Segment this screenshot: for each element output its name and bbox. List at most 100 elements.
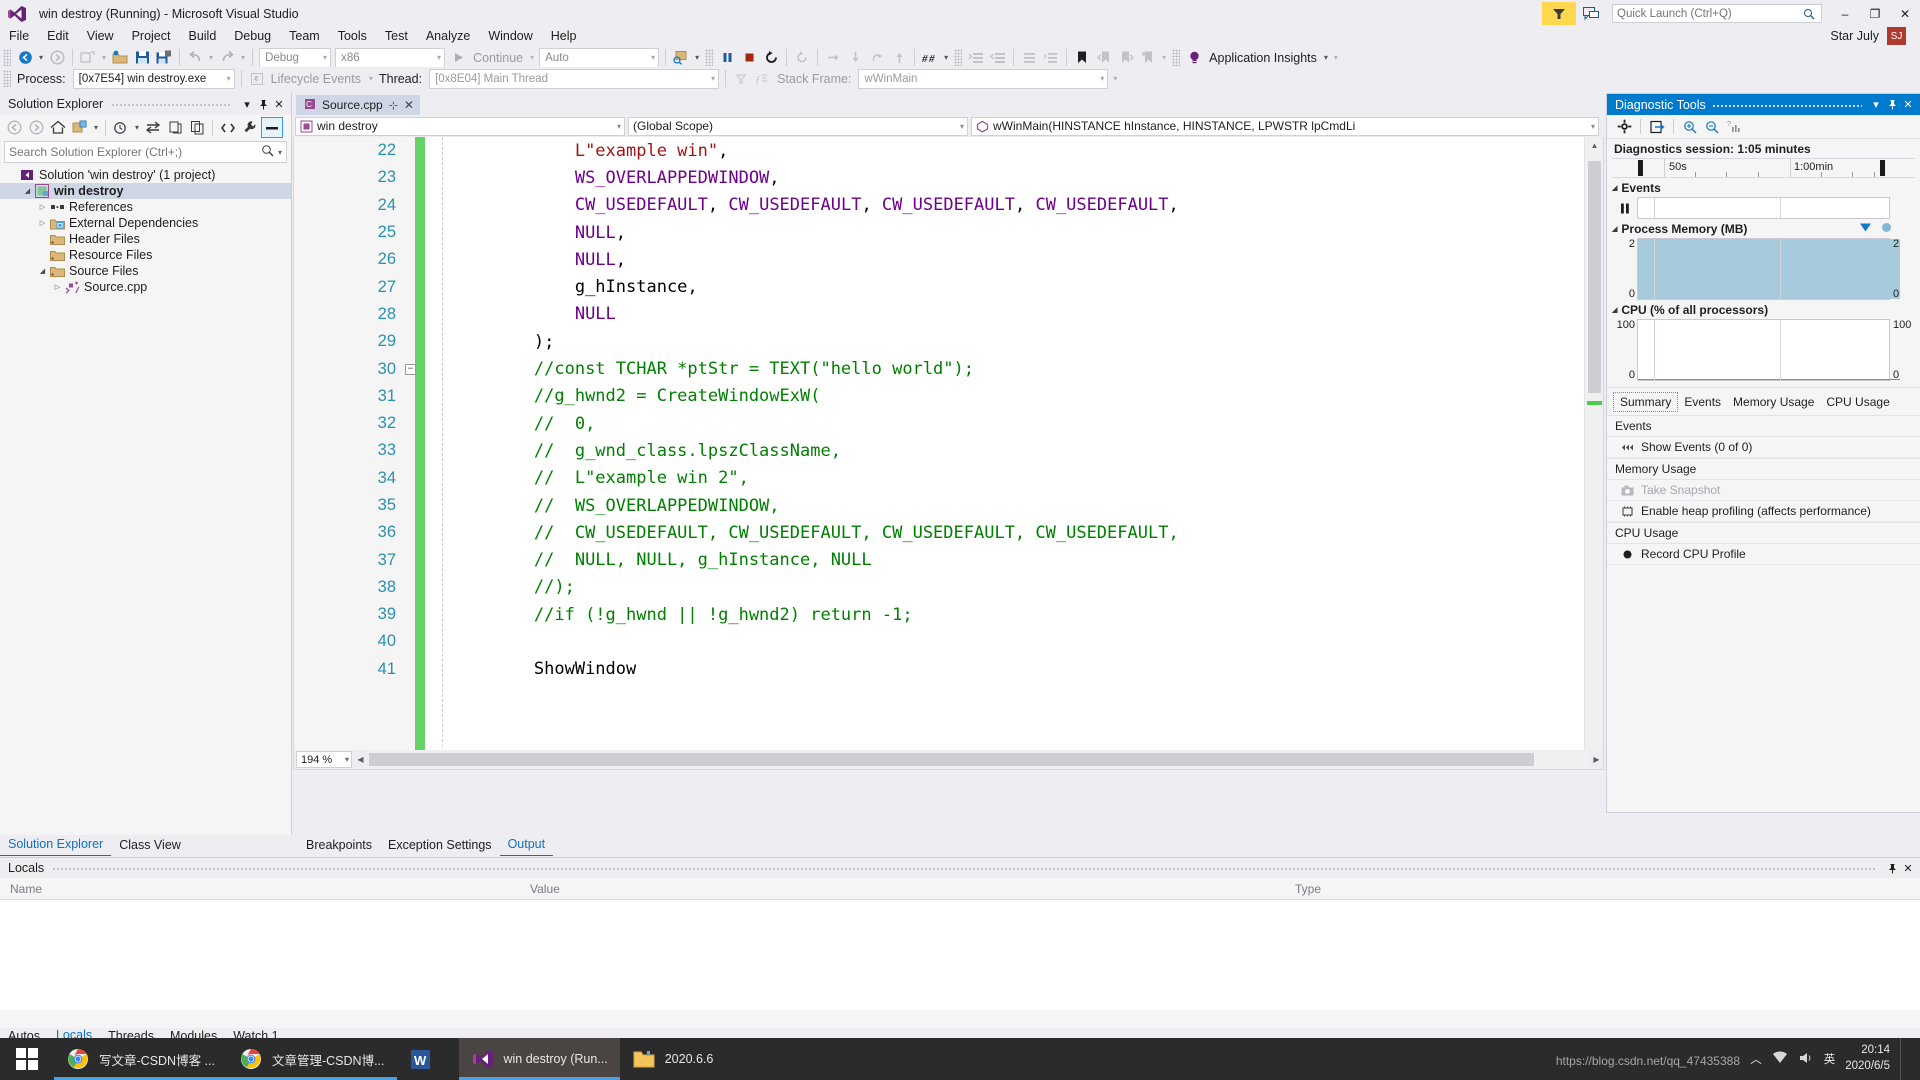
uncomment-selection-icon[interactable]: [987, 47, 1009, 68]
code-line[interactable]: 28 NULL: [294, 301, 1603, 328]
code-line[interactable]: 31 //g_hwnd2 = CreateWindowExW(: [294, 383, 1603, 410]
taskbar-clock[interactable]: 20:14 2020/6/5: [1845, 1043, 1890, 1074]
code-line[interactable]: 39 //if (!g_hwnd || !g_hwnd2) return -1;: [294, 601, 1603, 628]
stack-frame-combo[interactable]: wWinMain ▾: [858, 68, 1109, 89]
start-button[interactable]: [0, 1038, 54, 1080]
diagnostic-tab-memory-usage[interactable]: Memory Usage: [1727, 393, 1820, 411]
locals-column-value[interactable]: Value: [520, 882, 1285, 896]
editor-tab-source-cpp[interactable]: C Source.cpp ⊹ ✕: [296, 95, 420, 115]
text-toolbar-grip[interactable]: [954, 49, 963, 66]
switch-views-icon[interactable]: [69, 117, 91, 138]
tray-chevron-icon[interactable]: ︿: [1750, 1051, 1762, 1067]
process-memory-graph[interactable]: [1637, 238, 1900, 300]
cpu-section-header[interactable]: ◢ CPU (% of all processors): [1607, 300, 1920, 319]
attach-dropdown[interactable]: ▾: [692, 53, 702, 62]
redo-dropdown[interactable]: ▾: [238, 53, 248, 62]
tree-item-header-files[interactable]: Header Files: [0, 231, 291, 247]
zoom-in-icon[interactable]: [1679, 117, 1701, 137]
lifecycle-events-icon[interactable]: [246, 68, 268, 89]
user-name[interactable]: Star July: [1830, 29, 1879, 43]
back-icon[interactable]: [3, 117, 25, 138]
avatar[interactable]: SJ: [1887, 26, 1906, 46]
toggle-bookmark-icon[interactable]: [1071, 47, 1093, 68]
scroll-up-arrow[interactable]: ▲: [1585, 137, 1603, 154]
close-icon[interactable]: ✕: [1900, 860, 1916, 876]
chevron-right-icon[interactable]: ▷: [51, 283, 64, 291]
next-bookmark-icon[interactable]: [1115, 47, 1137, 68]
bookmark-dropdown[interactable]: ▾: [1159, 53, 1169, 62]
tab-output[interactable]: Output: [499, 834, 554, 856]
events-graph[interactable]: [1637, 197, 1890, 219]
close-icon[interactable]: ✕: [404, 98, 414, 112]
menu-help[interactable]: Help: [542, 27, 586, 45]
zoom-out-icon[interactable]: [1701, 117, 1723, 137]
code-line[interactable]: 25 NULL,: [294, 219, 1603, 246]
continue-play-icon[interactable]: [447, 47, 469, 68]
panel-drag-dots[interactable]: [1711, 99, 1862, 110]
solution-config-combo[interactable]: Debug ▾: [259, 47, 332, 68]
tree-item-source-cpp[interactable]: ▷ Source.cpp: [0, 279, 291, 295]
save-all-icon[interactable]: [153, 47, 175, 68]
diagnostic-action-show-events-0-of-0[interactable]: Show Events (0 of 0): [1607, 437, 1920, 458]
chevron-right-icon[interactable]: ▷: [36, 203, 49, 211]
continue-label[interactable]: Continue: [469, 51, 527, 65]
code-line[interactable]: 27 g_hInstance,: [294, 273, 1603, 300]
diagnostic-tab-events[interactable]: Events: [1678, 393, 1727, 411]
code-line[interactable]: 26 NULL,: [294, 246, 1603, 273]
decrease-indent-icon[interactable]: [1018, 47, 1040, 68]
taskbar-item[interactable]: win destroy (Run...: [458, 1038, 620, 1080]
gear-icon[interactable]: [1613, 117, 1635, 137]
sync-with-active-doc-icon[interactable]: [142, 117, 164, 138]
quick-launch-input[interactable]: [1617, 7, 1803, 20]
show-next-statement-icon[interactable]: [791, 47, 813, 68]
code-line[interactable]: 38 //);: [294, 574, 1603, 601]
solution-platform-combo[interactable]: x86 ▾: [335, 47, 446, 68]
search-solution-explorer-input[interactable]: [9, 145, 261, 159]
debug-target-combo[interactable]: Auto ▾: [539, 47, 660, 68]
menu-debug[interactable]: Debug: [225, 27, 280, 45]
step-filter-icon[interactable]: [730, 68, 752, 89]
scroll-left-arrow[interactable]: ◀: [352, 751, 369, 768]
debug-loc-overflow[interactable]: ▾: [1110, 74, 1120, 83]
forward-icon[interactable]: [25, 117, 47, 138]
scroll-right-arrow[interactable]: ▶: [1588, 751, 1603, 768]
properties-icon[interactable]: [239, 117, 261, 138]
minimize-button[interactable]: –: [1830, 0, 1860, 27]
home-icon[interactable]: [47, 117, 69, 138]
taskbar-item[interactable]: 文章管理-CSDN博...: [226, 1038, 397, 1080]
step-out-icon[interactable]: [866, 47, 888, 68]
debug-toolbar-grip[interactable]: [705, 49, 714, 66]
nav-function-combo[interactable]: wWinMain(HINSTANCE hInstance, HINSTANCE,…: [971, 116, 1599, 136]
tray-volume-icon[interactable]: [1798, 1051, 1814, 1068]
continue-dropdown[interactable]: ▾: [527, 53, 537, 62]
chevron-down-icon[interactable]: ◢: [36, 267, 49, 275]
taskbar-item[interactable]: W: [397, 1038, 459, 1080]
events-section-header[interactable]: ◢ Events: [1607, 178, 1920, 197]
close-icon[interactable]: ✕: [1900, 97, 1916, 113]
tree-item-win-destroy[interactable]: ◢ win destroy: [0, 183, 291, 199]
maximize-button[interactable]: ❐: [1860, 0, 1890, 27]
hex-dropdown[interactable]: ▾: [941, 53, 951, 62]
tree-item-references[interactable]: ▷ References: [0, 199, 291, 215]
menu-view[interactable]: View: [78, 27, 123, 45]
fold-collapse-icon[interactable]: −: [396, 363, 425, 375]
code-editor[interactable]: 22 L"example win", 23 WS_OVERLAPPEDWINDOW…: [293, 137, 1604, 770]
zoom-level-combo[interactable]: 194 % ▾: [296, 751, 352, 768]
reset-view-icon[interactable]: ?: [1723, 117, 1745, 137]
code-line[interactable]: 22 L"example win",: [294, 137, 1603, 164]
application-insights-icon[interactable]: [1183, 47, 1205, 68]
diagnostic-tab-summary[interactable]: Summary: [1613, 392, 1679, 412]
panel-drag-dots[interactable]: [52, 863, 1876, 873]
locals-rows[interactable]: [0, 900, 1920, 1010]
taskbar-item[interactable]: 写文章-CSDN博客 ...: [54, 1038, 227, 1080]
tray-network-icon[interactable]: [1772, 1050, 1788, 1068]
application-insights-label[interactable]: Application Insights: [1205, 51, 1321, 65]
lifecycle-dropdown[interactable]: ▾: [366, 74, 376, 83]
application-insights-dropdown[interactable]: ▾: [1321, 53, 1331, 62]
code-line[interactable]: 23 WS_OVERLAPPEDWINDOW,: [294, 164, 1603, 191]
pin-icon[interactable]: [255, 96, 271, 112]
undo-dropdown[interactable]: ▾: [206, 53, 216, 62]
thread-combo[interactable]: [0x8E04] Main Thread ▾: [429, 68, 720, 89]
tree-item-external-dependencies[interactable]: ▷ External Dependencies: [0, 215, 291, 231]
pending-changes-dropdown[interactable]: ▾: [132, 123, 142, 132]
